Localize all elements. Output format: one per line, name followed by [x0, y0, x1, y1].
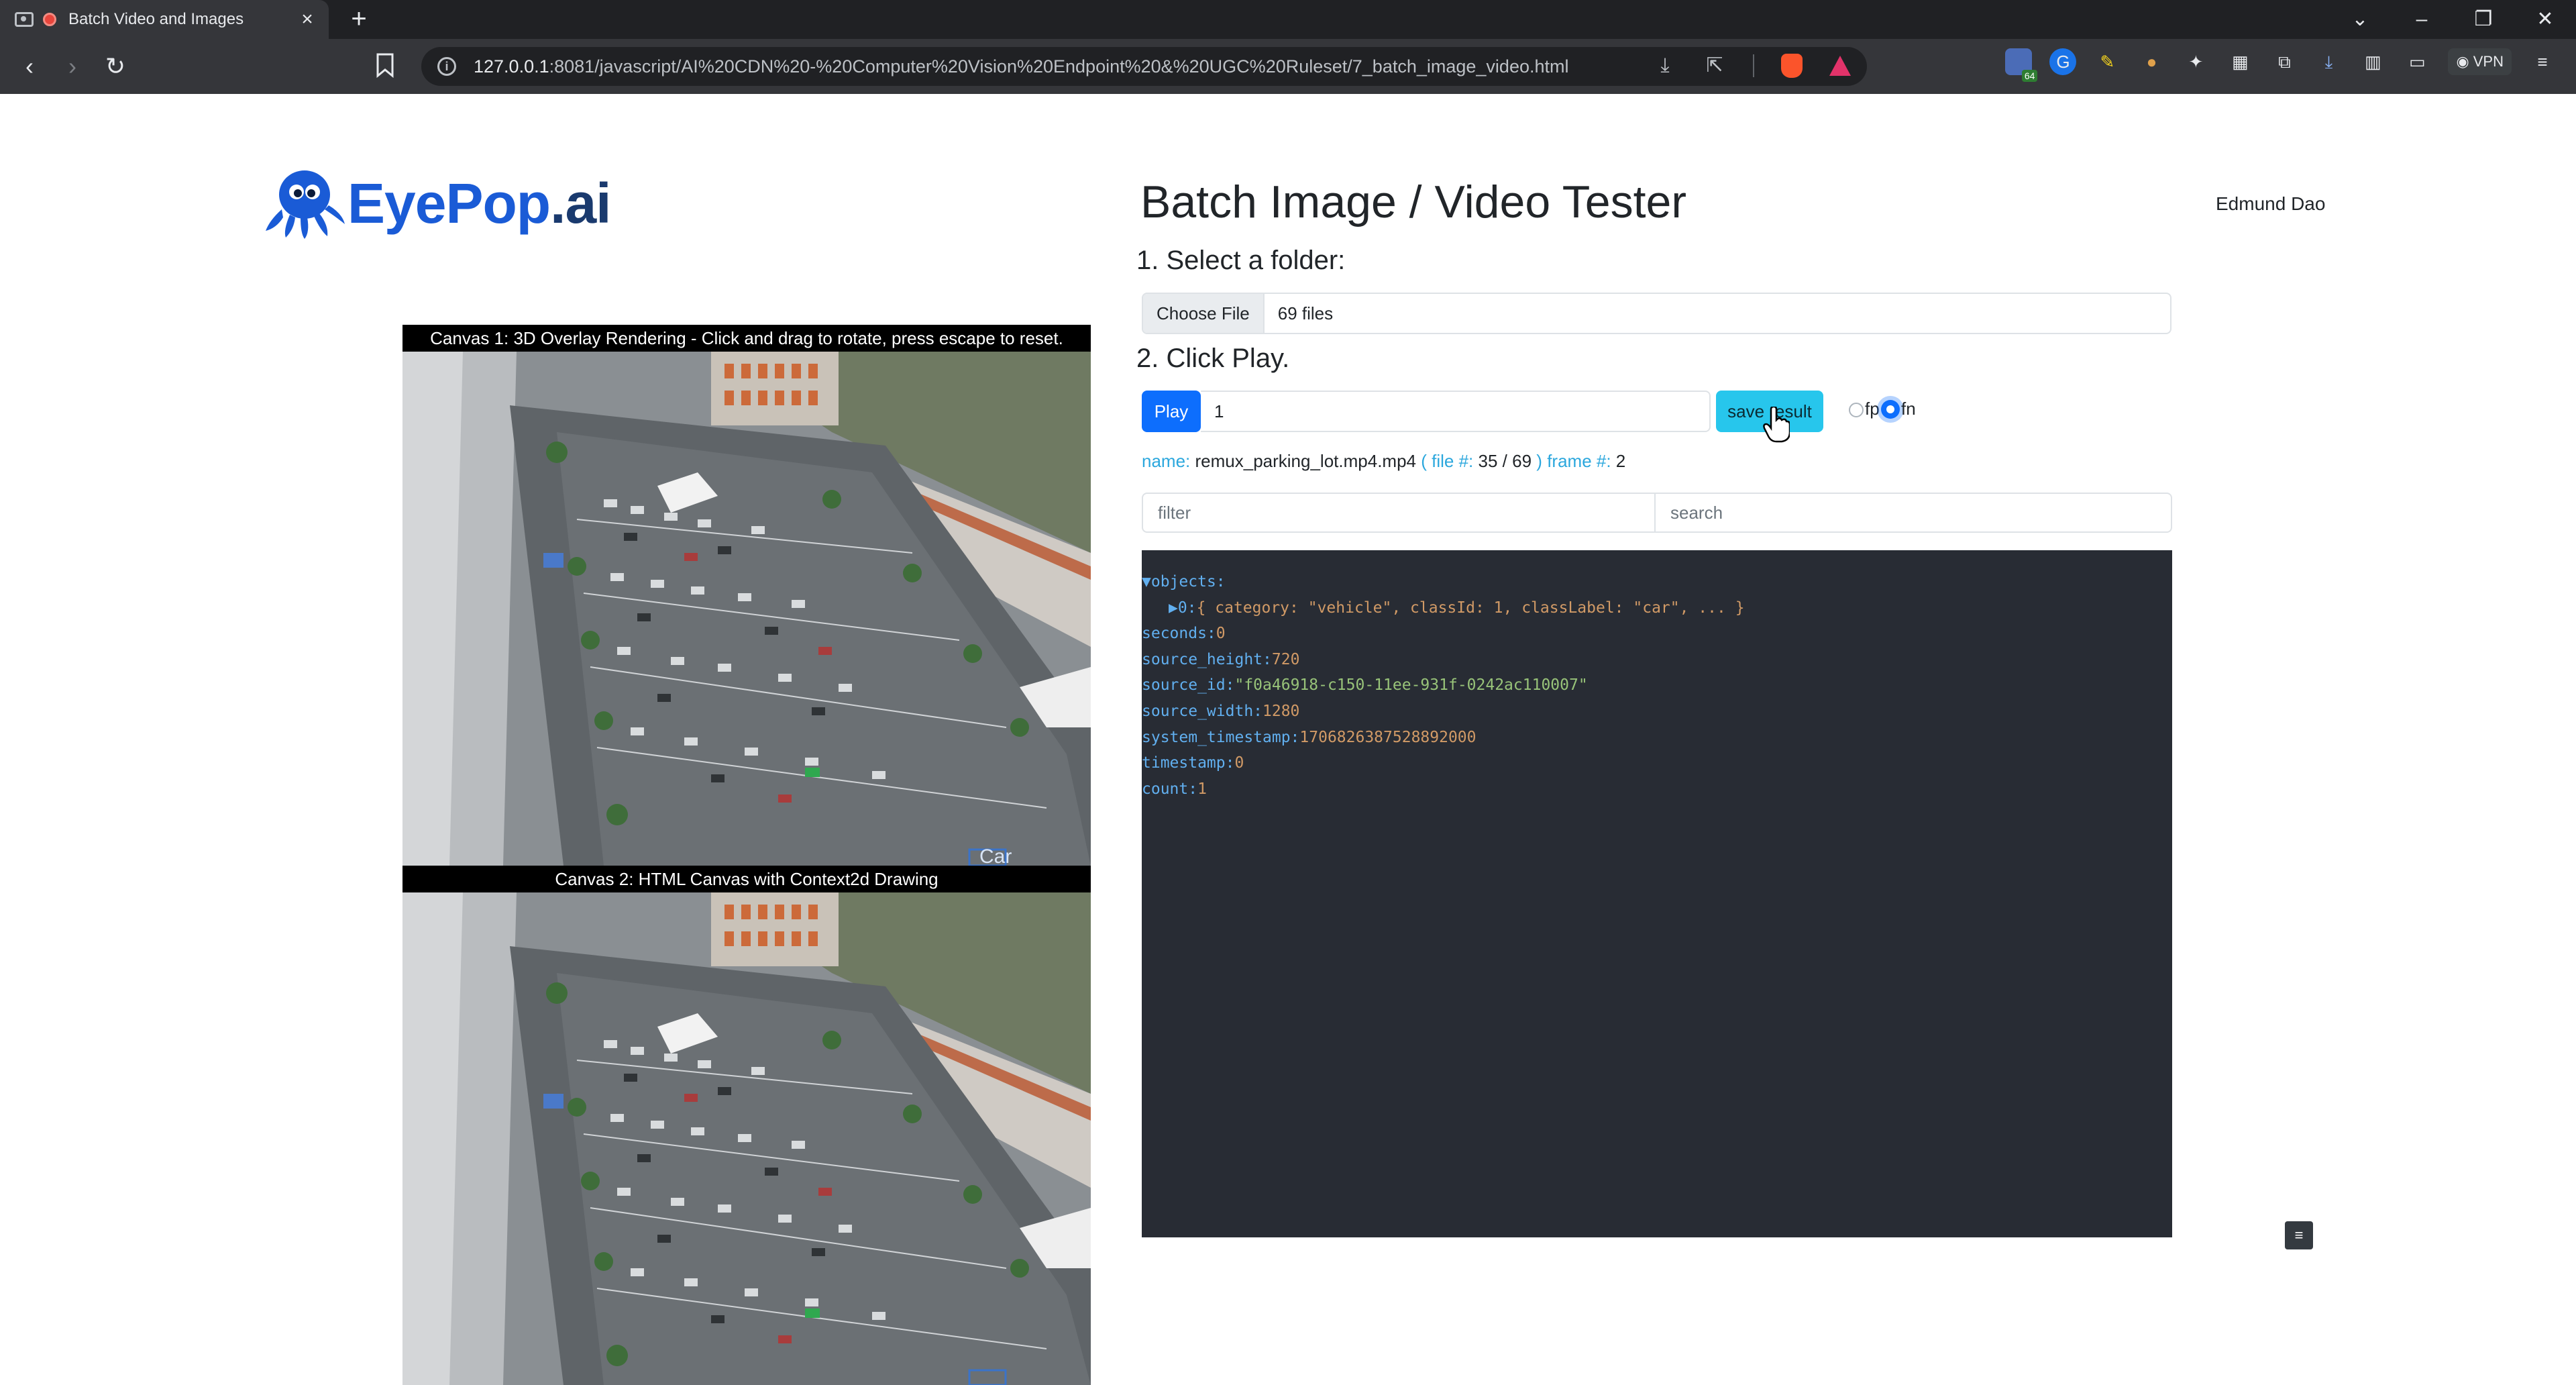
divider: [1753, 54, 1754, 77]
json-source-height-row: source_height:720: [1142, 650, 1300, 668]
vpn-button[interactable]: ◉ VPN: [2448, 48, 2512, 75]
parking-lot-aerial-image-2: [402, 892, 1091, 1385]
logo-wordmark: EyePop.ai: [347, 171, 612, 235]
frame-label: frame #:: [1547, 451, 1611, 471]
sidebar-icon[interactable]: ▥: [2359, 48, 2386, 75]
back-button[interactable]: ‹: [8, 45, 51, 88]
browser-tab-strip: Batch Video and Images × + ⌄ – ❐ ✕: [0, 0, 2576, 39]
puzzle-extension-icon[interactable]: ✦: [2182, 48, 2209, 75]
play-button[interactable]: Play: [1142, 391, 1201, 432]
frame-input[interactable]: 1: [1201, 391, 1711, 432]
minimize-button[interactable]: –: [2391, 0, 2453, 39]
canvas-1-label: Canvas 1: 3D Overlay Rendering - Click a…: [402, 325, 1091, 352]
reload-button[interactable]: ↻: [94, 45, 137, 88]
file-total-value: 69: [1512, 451, 1532, 471]
cookie-icon[interactable]: ●: [2138, 48, 2165, 75]
json-timestamp-row: timestamp:0: [1142, 754, 1244, 772]
brave-shields-icon[interactable]: [1781, 54, 1803, 78]
detection-label: Car: [979, 845, 1012, 866]
extension-icon-2[interactable]: G: [2049, 48, 2077, 75]
choose-file-button[interactable]: Choose File: [1143, 294, 1265, 333]
canvas-2-context2d[interactable]: [402, 892, 1091, 1385]
collapse-arrow-icon[interactable]: ▼: [1142, 573, 1151, 591]
page-title: Batch Image / Video Tester: [1140, 176, 1686, 227]
parking-lot-aerial-image: [402, 352, 1091, 866]
canvas-2-label: Canvas 2: HTML Canvas with Context2d Dra…: [402, 866, 1091, 892]
fp-radio[interactable]: [1849, 403, 1864, 417]
frame-number-value: 2: [1615, 451, 1626, 471]
recording-indicator-icon: [43, 13, 56, 26]
browser-tab-active[interactable]: Batch Video and Images ×: [0, 0, 329, 39]
json-source-id-row: source_id:"f0a46918-c150-11ee-931f-0242a…: [1142, 676, 1588, 695]
file-meta-line: name: remux_parking_lot.mp4.mp4 ( file #…: [1142, 451, 1625, 472]
json-count-row: count:1: [1142, 780, 1207, 798]
downloads-icon[interactable]: ⤓: [2315, 48, 2342, 75]
share-icon[interactable]: ⇱: [1703, 54, 1726, 77]
json-result-viewer[interactable]: ▼objects: ▶0:{ category: "vehicle", clas…: [1142, 550, 2172, 1237]
canvas-1-3d-overlay[interactable]: Car: [402, 352, 1091, 866]
file-index-separator: /: [1502, 451, 1507, 471]
json-object-0-row[interactable]: ▶0:{ category: "vehicle", classId: 1, cl…: [1142, 595, 2172, 621]
name-label: name:: [1142, 451, 1191, 471]
tab-title: Batch Video and Images: [68, 10, 244, 28]
fp-radio-label: fp: [1865, 399, 1880, 419]
recording-icon: [15, 12, 34, 27]
file-name-value: remux_parking_lot.mp4.mp4: [1195, 451, 1417, 471]
forward-button[interactable]: ›: [51, 45, 94, 88]
file-index-value: 35: [1478, 451, 1498, 471]
folder-file-input[interactable]: Choose File 69 files: [1142, 293, 2171, 334]
menu-icon[interactable]: ≡: [2529, 48, 2556, 75]
tab-search-icon[interactable]: ⌄: [2329, 0, 2391, 39]
close-window-button[interactable]: ✕: [2514, 0, 2576, 39]
extensions-area: 64 G ✎ ● ✦ ▦ ⧉ ⤓ ▥ ▭ ◉ VPN ≡: [2005, 48, 2556, 82]
octopus-icon: [266, 170, 345, 239]
expand-arrow-icon[interactable]: ▶: [1169, 599, 1178, 617]
fn-radio[interactable]: [1881, 400, 1900, 419]
url-text[interactable]: 127.0.0.1:8081/javascript/AI%20CDN%20-%2…: [474, 56, 1568, 77]
download-icon[interactable]: ⤓: [1654, 54, 1676, 77]
step-2-heading: 2. Click Play.: [1136, 344, 1290, 373]
wallet-icon[interactable]: ▭: [2404, 48, 2430, 75]
search-input[interactable]: search: [1656, 493, 2172, 533]
filter-input[interactable]: filter: [1142, 493, 1656, 533]
highlighter-icon[interactable]: ✎: [2094, 48, 2121, 75]
close-tab-icon[interactable]: ×: [294, 8, 321, 31]
address-bar[interactable]: i 127.0.0.1:8081/javascript/AI%20CDN%20-…: [421, 47, 1867, 86]
file-index-label: ( file #:: [1421, 451, 1474, 471]
eyepop-logo: EyePop.ai: [263, 166, 612, 240]
window-controls: ⌄ – ❐ ✕: [2329, 0, 2576, 39]
fn-radio-label: fn: [1901, 399, 1916, 419]
restore-button[interactable]: ❐: [2453, 0, 2514, 39]
site-info-icon[interactable]: i: [437, 57, 456, 76]
vpn-shield-icon: ◉: [2456, 53, 2473, 70]
bookmark-icon[interactable]: [376, 52, 394, 78]
new-tab-button[interactable]: +: [339, 0, 378, 39]
json-objects-row[interactable]: ▼objects:: [1142, 569, 2172, 595]
menu-toggle-button[interactable]: ≡: [2285, 1221, 2313, 1249]
keyboard-icon[interactable]: ▦: [2226, 48, 2253, 75]
json-source-width-row: source_width:1280: [1142, 702, 1300, 720]
extensions-icon[interactable]: ⧉: [2271, 48, 2298, 75]
json-system-timestamp-row: system_timestamp:1706826387528892000: [1142, 728, 1477, 746]
extension-icon-1[interactable]: 64: [2005, 48, 2038, 82]
hand-cursor-icon: [1763, 407, 1790, 443]
step-1-heading: 1. Select a folder:: [1136, 246, 1346, 275]
json-seconds-row: seconds:0: [1142, 625, 1226, 643]
user-name[interactable]: Edmund Dao: [2216, 193, 2325, 215]
file-count-status: 69 files: [1277, 303, 1334, 323]
browser-toolbar: ‹ › ↻ i 127.0.0.1:8081/javascript/AI%20C…: [0, 39, 2576, 94]
file-index-close: ): [1536, 451, 1542, 471]
brave-rewards-icon[interactable]: [1829, 56, 1851, 76]
